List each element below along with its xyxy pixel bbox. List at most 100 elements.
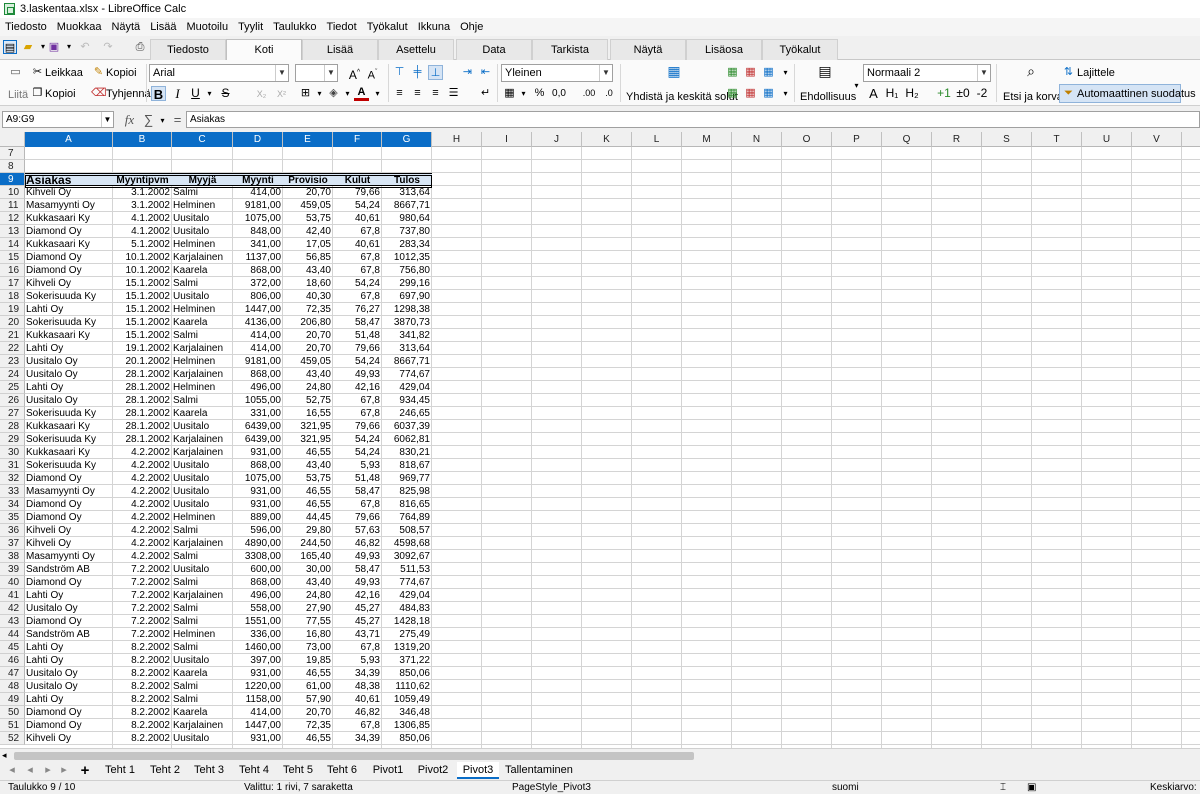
table-cell[interactable]: Uusitalo <box>172 654 232 667</box>
background-dropdown-icon[interactable]: ▾ <box>340 86 355 101</box>
menu-file[interactable]: Tiedosto <box>0 21 52 33</box>
table-cell[interactable]: 1447,00 <box>233 303 282 316</box>
table-cell[interactable]: 15.1.2002 <box>113 303 171 316</box>
row-header[interactable]: 22 <box>0 342 25 355</box>
table-cell[interactable]: 4.1.2002 <box>113 225 171 238</box>
table-cell[interactable]: 331,00 <box>233 407 282 420</box>
table-cell[interactable]: 58,47 <box>333 485 381 498</box>
table-cell[interactable]: 1447,00 <box>233 719 282 732</box>
row-header[interactable]: 20 <box>0 316 25 329</box>
insert-rows-icon[interactable]: ▦ <box>725 65 740 80</box>
table-cell[interactable]: 8.2.2002 <box>113 680 171 693</box>
table-cell[interactable]: Karjalainen <box>172 433 232 446</box>
table-cell[interactable]: 6037,39 <box>382 420 431 433</box>
row-header[interactable]: 10 <box>0 186 25 199</box>
sheet-tab-teht1[interactable]: Teht 1 <box>102 762 138 779</box>
menu-format[interactable]: Muotoilu <box>181 21 233 33</box>
table-cell[interactable]: 511,53 <box>382 563 431 576</box>
table-cell[interactable]: 61,00 <box>283 680 332 693</box>
table-cell[interactable]: 321,95 <box>283 433 332 446</box>
cut-button[interactable]: Leikkaa <box>45 66 83 80</box>
table-cell[interactable]: Uusitalo Oy <box>25 368 112 381</box>
table-cell[interactable]: 1428,18 <box>382 615 431 628</box>
tab-home[interactable]: Koti <box>226 39 302 61</box>
insert-cells-icon[interactable]: ▦ <box>725 86 740 101</box>
table-cell[interactable]: 44,45 <box>283 511 332 524</box>
table-cell[interactable]: 16,55 <box>283 407 332 420</box>
table-cell[interactable]: 1137,00 <box>233 251 282 264</box>
row-header[interactable]: 26 <box>0 394 25 407</box>
table-cell[interactable]: 10.1.2002 <box>113 264 171 277</box>
table-cell[interactable]: Karjalainen <box>172 719 232 732</box>
row-header[interactable]: 18 <box>0 290 25 303</box>
table-cell[interactable]: Sokerisuuda Ky <box>25 407 112 420</box>
table-cell[interactable]: 9181,00 <box>233 199 282 212</box>
tab-extension[interactable]: Lisäosa <box>686 39 762 60</box>
table-cell[interactable]: Uusitalo <box>172 459 232 472</box>
merge-center-icon[interactable]: ▦ <box>664 64 684 79</box>
table-cell[interactable]: 7.2.2002 <box>113 602 171 615</box>
table-cell[interactable]: 40,61 <box>333 693 381 706</box>
table-cell[interactable]: 53,75 <box>283 472 332 485</box>
table-cell[interactable]: 67,8 <box>333 225 381 238</box>
table-cell[interactable]: 8.2.2002 <box>113 719 171 732</box>
table-cell[interactable]: 1158,00 <box>233 693 282 706</box>
table-cell[interactable]: Uusitalo <box>172 485 232 498</box>
table-cell[interactable]: 7.2.2002 <box>113 589 171 602</box>
table-cell[interactable]: 1460,00 <box>233 641 282 654</box>
table-cell[interactable]: 4.2.2002 <box>113 550 171 563</box>
align-left-icon[interactable]: ≡ <box>392 86 407 101</box>
name-box[interactable]: A9:G9 ▼ <box>2 111 114 128</box>
row-header[interactable]: 38 <box>0 550 25 563</box>
table-cell[interactable]: Kukkasaari Ky <box>25 238 112 251</box>
row-header[interactable]: 7 <box>0 147 25 160</box>
style-good-button[interactable]: +1 <box>936 86 952 101</box>
wrap-text-icon[interactable]: ↵ <box>478 86 493 101</box>
table-cell[interactable]: Lahti Oy <box>25 381 112 394</box>
table-cell[interactable]: 29,80 <box>283 524 332 537</box>
table-cell[interactable]: Kihveli Oy <box>25 537 112 550</box>
table-cell[interactable]: 8667,71 <box>382 355 431 368</box>
table-cell[interactable]: 429,04 <box>382 381 431 394</box>
table-cell[interactable]: Kihveli Oy <box>25 732 112 745</box>
delete-rows-icon[interactable]: ▦ <box>743 65 758 80</box>
table-cell[interactable]: 76,27 <box>333 303 381 316</box>
autofilter-icon[interactable]: ⏷ <box>1061 86 1076 101</box>
table-cell[interactable]: 697,90 <box>382 290 431 303</box>
table-cell[interactable]: 774,67 <box>382 576 431 589</box>
row-header[interactable]: 41 <box>0 589 25 602</box>
row-header[interactable]: 15 <box>0 251 25 264</box>
row-header[interactable]: 36 <box>0 524 25 537</box>
table-cell[interactable]: 67,8 <box>333 719 381 732</box>
table-cell[interactable]: 830,21 <box>382 446 431 459</box>
table-cell[interactable]: 67,8 <box>333 290 381 303</box>
column-header-E[interactable]: E <box>283 132 333 147</box>
table-cell[interactable]: 20.1.2002 <box>113 355 171 368</box>
table-cell[interactable]: 8.2.2002 <box>113 667 171 680</box>
table-cell[interactable]: 3.1.2002 <box>113 199 171 212</box>
open-folder-icon[interactable]: ▰ <box>21 40 35 54</box>
column-header-P[interactable]: P <box>832 132 882 147</box>
table-cell[interactable]: 371,22 <box>382 654 431 667</box>
conditional-format-button[interactable]: Ehdollisuus <box>800 90 856 104</box>
subscript-icon[interactable]: X₂ <box>254 87 269 102</box>
table-cell[interactable]: 42,16 <box>333 589 381 602</box>
document-modified-icon[interactable]: ▣ <box>1027 781 1036 794</box>
align-right-icon[interactable]: ≡ <box>428 86 443 101</box>
style-heading1-button[interactable]: H₁ <box>883 86 901 101</box>
prev-sheet-icon[interactable]: ◂ <box>24 762 36 779</box>
insert-mode-icon[interactable]: ⌶ <box>1000 781 1006 794</box>
table-cell[interactable]: 806,00 <box>233 290 282 303</box>
table-cell[interactable]: 868,00 <box>233 576 282 589</box>
column-header-N[interactable]: N <box>732 132 782 147</box>
table-cell[interactable]: 19,85 <box>283 654 332 667</box>
table-cell[interactable]: Helminen <box>172 628 232 641</box>
table-cell[interactable]: 46,55 <box>283 498 332 511</box>
table-cell[interactable]: Karjalainen <box>172 251 232 264</box>
table-cell[interactable]: 77,55 <box>283 615 332 628</box>
row-header[interactable]: 21 <box>0 329 25 342</box>
table-cell[interactable]: Diamond Oy <box>25 511 112 524</box>
conditional-dropdown-icon[interactable]: ▾ <box>849 78 864 93</box>
add-sheet-icon[interactable]: + <box>77 762 93 779</box>
table-cell[interactable]: 868,00 <box>233 264 282 277</box>
